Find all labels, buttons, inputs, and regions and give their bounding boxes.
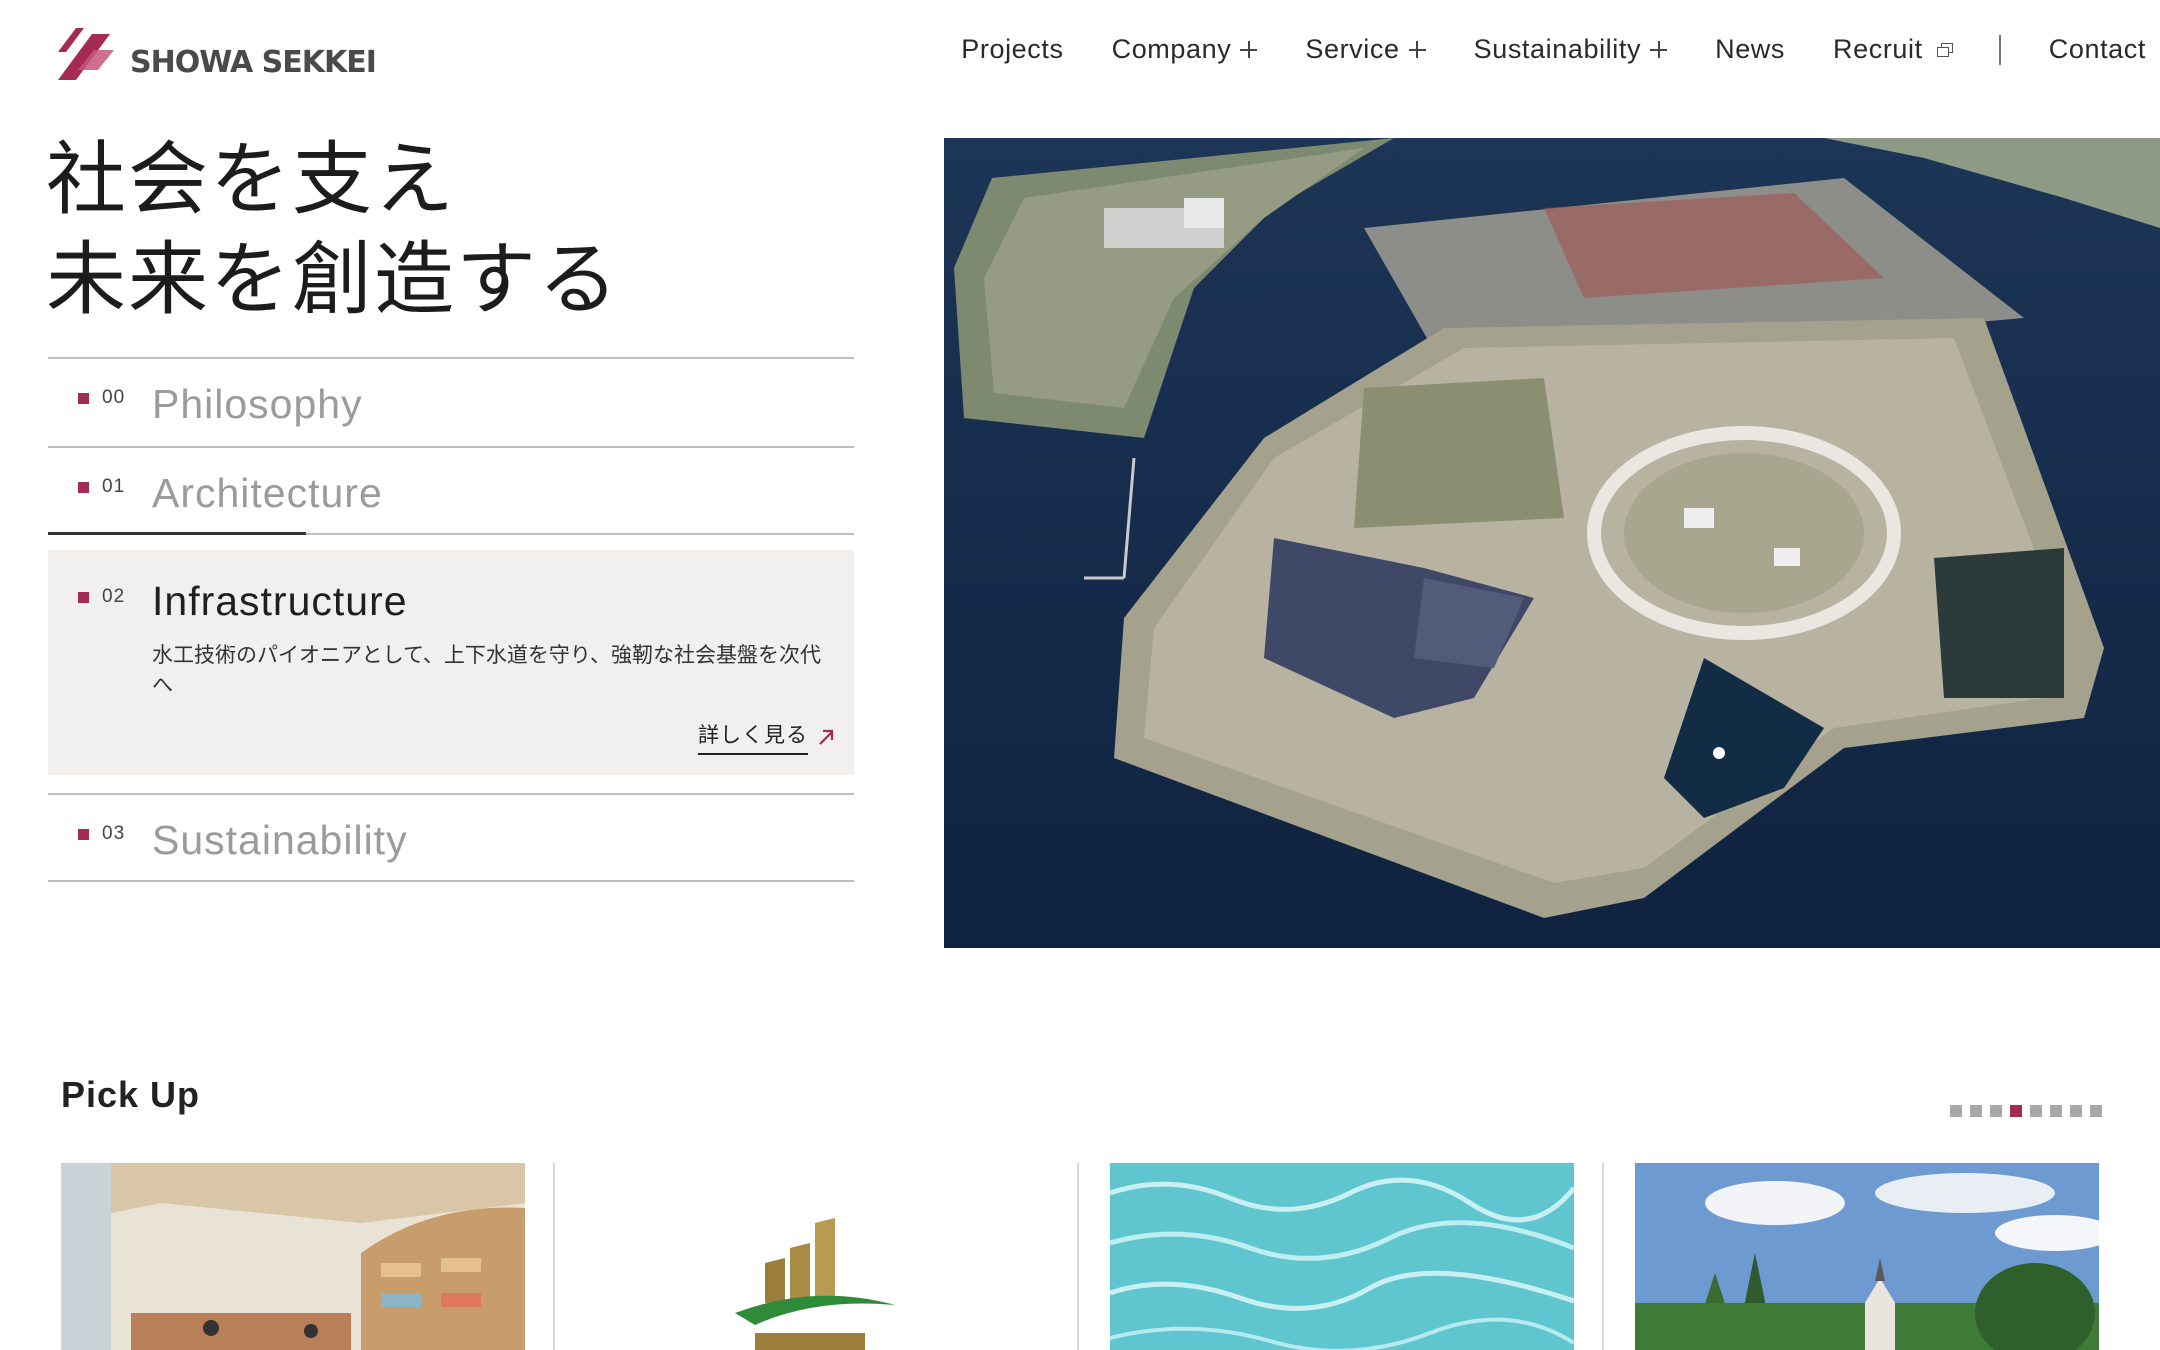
hero-title-line2: 未来を創造する — [46, 233, 620, 326]
brand-logo[interactable]: SHOWA SEKKEI — [58, 28, 377, 80]
menu-label: Philosophy — [152, 381, 363, 427]
carousel-dot[interactable] — [1950, 1105, 1962, 1117]
brand-name: SHOWA SEKKEI — [130, 45, 377, 80]
nav-label: Projects — [961, 34, 1064, 64]
nav-label: Sustainability — [1473, 34, 1642, 64]
menu-number: 02 — [102, 586, 126, 607]
zeb-logo-image — [585, 1163, 1049, 1350]
bullet-square — [78, 482, 89, 493]
water-surface-image — [1110, 1163, 1574, 1350]
church-landscape-image — [1635, 1163, 2099, 1350]
pickup-section-title: Pick Up — [61, 1074, 201, 1115]
main-nav: Projects Company Service Sustainability … — [961, 34, 2146, 65]
pickup-carousel — [61, 1163, 2099, 1350]
slash-logo-icon — [58, 28, 114, 80]
nav-label: Contact — [2048, 34, 2146, 64]
menu-label: Infrastructure — [152, 578, 408, 624]
carousel-pagination — [1950, 1105, 2110, 1117]
menu-item-sustainability[interactable]: 03 Sustainability — [48, 793, 854, 882]
nav-recruit[interactable]: Recruit — [1833, 34, 1953, 65]
pickup-card-library[interactable] — [61, 1163, 525, 1350]
plus-icon — [1408, 41, 1426, 58]
menu-description: 水工技術のパイオニアとして、上下水道を守り、強靭な社会基盤を次代へ — [152, 643, 822, 697]
arrow-up-right-icon — [819, 729, 834, 745]
nav-label: Recruit — [1833, 34, 1923, 64]
pickup-card-zeb[interactable] — [585, 1163, 1049, 1350]
menu-number: 01 — [102, 476, 126, 497]
carousel-dot[interactable] — [2050, 1105, 2062, 1117]
plus-icon — [1240, 41, 1258, 58]
hero-aerial-photo — [944, 138, 2160, 948]
slide-progress-bar — [48, 532, 306, 535]
menu-item-philosophy[interactable]: 00 Philosophy — [48, 357, 854, 446]
card-divider — [1077, 1163, 1079, 1350]
nav-divider — [1998, 34, 2001, 65]
card-divider — [1602, 1163, 1604, 1350]
carousel-dot[interactable] — [1970, 1105, 1982, 1117]
nav-contact[interactable]: Contact — [2049, 34, 2146, 65]
pickup-card-water[interactable] — [1110, 1163, 1574, 1350]
plus-icon — [1650, 41, 1668, 58]
pickup-card-church[interactable] — [1635, 1163, 2099, 1350]
carousel-dot[interactable] — [1990, 1105, 2002, 1117]
nav-projects[interactable]: Projects — [961, 34, 1063, 65]
library-interior-image — [61, 1163, 525, 1350]
nav-news[interactable]: News — [1715, 34, 1785, 65]
menu-item-infrastructure[interactable]: 02 Infrastructure 水工技術のパイオニアとして、上下水道を守り、… — [48, 550, 854, 775]
nav-service[interactable]: Service — [1305, 34, 1426, 65]
carousel-dot[interactable] — [2070, 1105, 2082, 1117]
external-window-icon — [1936, 42, 1953, 57]
bullet-square — [78, 829, 89, 840]
nav-company[interactable]: Company — [1112, 34, 1258, 65]
nav-label: News — [1715, 34, 1786, 64]
read-more-label: 詳しく見る — [698, 719, 808, 755]
carousel-dot[interactable] — [2010, 1105, 2022, 1117]
card-divider — [553, 1163, 555, 1350]
hero-title: 社会を支え 未来を創造する — [46, 130, 620, 330]
menu-label: Sustainability — [152, 817, 408, 863]
hero-title-line1: 社会を支え — [46, 133, 456, 226]
menu-number: 03 — [102, 823, 126, 844]
nav-label: Service — [1305, 34, 1400, 64]
menu-item-architecture[interactable]: 01 Architecture — [48, 446, 854, 535]
menu-label: Architecture — [152, 470, 383, 516]
carousel-dot[interactable] — [2030, 1105, 2042, 1117]
aerial-island-image — [944, 138, 2160, 948]
hero-menu: 00 Philosophy 01 Architecture 02 Infrast… — [48, 357, 854, 882]
carousel-dot[interactable] — [2090, 1105, 2102, 1117]
bullet-square — [78, 393, 89, 404]
nav-sustainability[interactable]: Sustainability — [1474, 34, 1668, 65]
menu-number: 00 — [102, 387, 126, 408]
bullet-square — [78, 592, 89, 603]
nav-label: Company — [1111, 34, 1232, 64]
read-more-link[interactable]: 詳しく見る — [698, 719, 836, 755]
